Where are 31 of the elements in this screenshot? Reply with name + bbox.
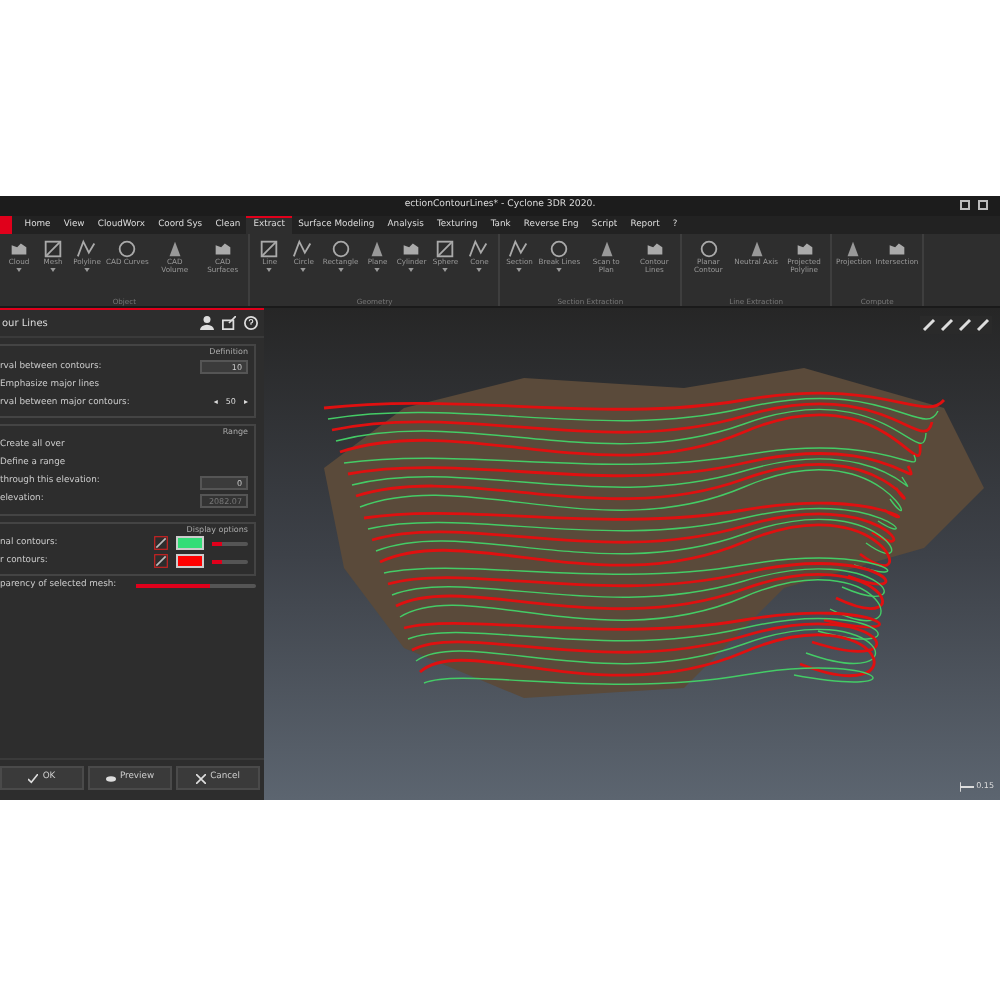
tool-icon: [793, 238, 816, 260]
tool-icon: [76, 238, 98, 260]
tool-icon: [643, 238, 666, 260]
tool-icon: [116, 238, 139, 260]
tool-icon: [400, 238, 423, 260]
tool-icon: [697, 238, 720, 260]
tool-icon: [548, 238, 571, 260]
slider-fill[interactable]: [212, 559, 221, 564]
eye-icon: [105, 773, 116, 783]
maximize-button[interactable]: [978, 200, 988, 210]
color-swatch[interactable]: [176, 554, 204, 569]
tool-icon: [508, 238, 531, 260]
check-icon: [28, 773, 39, 783]
help-icon: [244, 316, 258, 330]
scale-bar-icon: [960, 780, 975, 794]
minimize-button[interactable]: [960, 200, 970, 210]
tool-icon: [885, 238, 908, 260]
tool-icon: [434, 238, 457, 260]
export-icon: [222, 316, 236, 330]
slider-fill[interactable]: [136, 583, 211, 588]
color-swatch[interactable]: [176, 536, 204, 551]
slider-fill[interactable]: [212, 541, 221, 546]
tool-icon: [329, 238, 352, 260]
tool-icon: [258, 238, 281, 260]
tool-icon: [8, 238, 30, 260]
person-icon: [200, 316, 214, 330]
close-icon: [196, 773, 207, 783]
tool-icon: [468, 238, 491, 260]
tool-icon: [211, 238, 234, 260]
tool-icon: [292, 238, 315, 260]
tool-icon: [42, 238, 64, 260]
